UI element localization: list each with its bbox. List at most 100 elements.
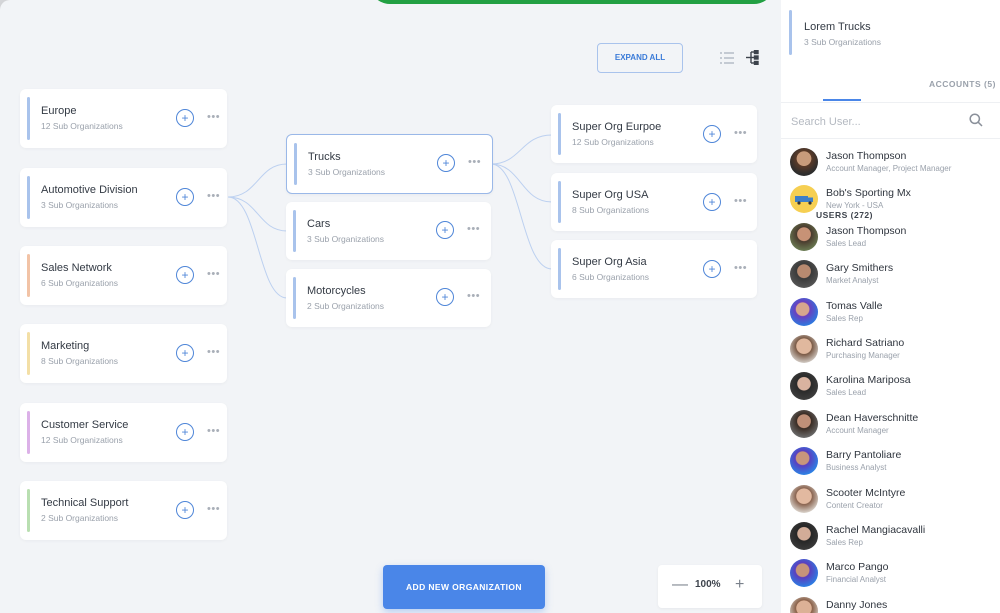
selected-org-title: Lorem Trucks	[804, 21, 871, 33]
accent-bar	[558, 113, 561, 155]
org-card-super-org-asia[interactable]: Super Org Asia 6 Sub Organizations + •••	[551, 240, 757, 298]
expand-all-button[interactable]: EXPAND ALL	[597, 43, 683, 73]
list-item[interactable]: Barry Pantoliare Business Analyst	[781, 443, 1000, 480]
avatar	[790, 185, 818, 214]
org-title: Europe	[41, 105, 77, 117]
add-child-button[interactable]: +	[176, 109, 194, 127]
user-name: Scooter McIntyre	[826, 486, 906, 499]
user-name: Marco Pango	[826, 561, 889, 574]
org-card-technical-support[interactable]: Technical Support 2 Sub Organizations + …	[20, 481, 227, 540]
org-title: Super Org USA	[572, 189, 649, 201]
list-item[interactable]: Karolina Mariposa Sales Lead	[781, 368, 1000, 405]
list-item[interactable]: Dean Haverschnitte Account Manager	[781, 406, 1000, 443]
more-options-icon[interactable]: •••	[207, 111, 220, 123]
accent-bar	[27, 332, 30, 375]
add-child-button[interactable]: +	[176, 188, 194, 206]
tab-accounts[interactable]: ACCOUNTS (5)	[929, 79, 996, 89]
accent-bar	[558, 181, 561, 223]
accent-bar	[27, 254, 30, 297]
avatar	[790, 484, 818, 513]
list-item[interactable]: Tomas Valle Sales Rep	[781, 294, 1000, 331]
tree-view-icon[interactable]	[746, 50, 759, 65]
search-input[interactable]	[789, 111, 963, 133]
more-options-icon[interactable]: •••	[207, 346, 220, 358]
add-child-button[interactable]: +	[703, 260, 721, 278]
search-icon[interactable]	[969, 113, 983, 127]
org-card-trucks[interactable]: Trucks 3 Sub Organizations + •••	[286, 134, 493, 194]
org-title: Trucks	[308, 151, 341, 163]
selected-org-card[interactable]: Lorem Trucks 3 Sub Organizations	[781, 0, 1000, 66]
accent-bar	[789, 10, 792, 55]
user-role: Market Analyst	[826, 276, 879, 286]
org-title: Marketing	[41, 340, 90, 352]
avatar	[790, 148, 818, 176]
more-options-icon[interactable]: •••	[467, 223, 480, 235]
accent-bar	[294, 143, 297, 185]
more-options-icon[interactable]: •••	[734, 195, 747, 207]
org-card-customer-service[interactable]: Customer Service 12 Sub Organizations + …	[20, 403, 227, 462]
org-card-super-org-usa[interactable]: Super Org USA 8 Sub Organizations + •••	[551, 173, 757, 231]
more-options-icon[interactable]: •••	[734, 262, 747, 274]
add-new-organization-button[interactable]: ADD NEW ORGANIZATION	[383, 565, 545, 609]
zoom-level: 100%	[695, 579, 721, 590]
add-child-button[interactable]: +	[703, 125, 721, 143]
list-item[interactable]: Bob's Sporting Mx New York - USA	[781, 181, 1000, 218]
list-item[interactable]: Jason Thompson Account Manager, Project …	[781, 144, 1000, 181]
user-name: Richard Satriano	[826, 336, 905, 349]
list-item[interactable]: Jason Thompson Sales Lead	[781, 219, 1000, 256]
more-options-icon[interactable]: •••	[468, 156, 481, 168]
add-child-button[interactable]: +	[176, 266, 194, 284]
avatar	[790, 521, 818, 550]
add-child-button[interactable]: +	[437, 154, 455, 172]
more-options-icon[interactable]: •••	[467, 290, 480, 302]
user-name: Jason Thompson	[826, 224, 907, 237]
accent-bar	[293, 277, 296, 319]
list-view-icon[interactable]	[720, 52, 734, 64]
org-card-marketing[interactable]: Marketing 8 Sub Organizations + •••	[20, 324, 227, 383]
org-subtitle: 2 Sub Organizations	[307, 301, 385, 311]
accent-bar	[27, 97, 30, 140]
org-subtitle: 8 Sub Organizations	[41, 356, 119, 366]
org-title: Technical Support	[41, 497, 129, 509]
more-options-icon[interactable]: •••	[207, 268, 220, 280]
user-role: Content Creator	[826, 500, 883, 510]
add-child-button[interactable]: +	[436, 221, 454, 239]
list-item[interactable]: Scooter McIntyre Content Creator	[781, 481, 1000, 518]
org-card-cars[interactable]: Cars 3 Sub Organizations + •••	[286, 202, 491, 260]
org-card-sales-network[interactable]: Sales Network 6 Sub Organizations + •••	[20, 246, 227, 305]
more-options-icon[interactable]: •••	[207, 190, 220, 202]
list-item[interactable]: Danny Jones	[781, 593, 1000, 613]
add-child-button[interactable]: +	[176, 344, 194, 362]
org-card-super-org-europe[interactable]: Super Org Eurpoe 12 Sub Organizations + …	[551, 105, 757, 163]
add-child-button[interactable]: +	[703, 193, 721, 211]
more-options-icon[interactable]: •••	[207, 503, 220, 515]
org-title: Super Org Asia	[572, 256, 647, 268]
more-options-icon[interactable]: •••	[207, 425, 220, 437]
add-child-button[interactable]: +	[176, 423, 194, 441]
user-name: Gary Smithers	[826, 262, 894, 275]
org-title: Motorcycles	[307, 285, 366, 297]
list-item[interactable]: Rachel Mangiacavalli Sales Rep	[781, 518, 1000, 555]
more-options-icon[interactable]: •••	[734, 127, 747, 139]
add-child-button[interactable]: +	[176, 501, 194, 519]
accent-bar	[27, 411, 30, 454]
org-card-europe[interactable]: Europe 12 Sub Organizations + •••	[20, 89, 227, 148]
avatar	[790, 372, 818, 401]
zoom-in-button[interactable]: +	[735, 576, 744, 594]
avatar	[790, 409, 818, 438]
user-role: Sales Rep	[826, 313, 863, 323]
add-child-button[interactable]: +	[436, 288, 454, 306]
user-search	[781, 104, 1000, 139]
zoom-out-button[interactable]: —	[672, 576, 688, 594]
org-subtitle: 6 Sub Organizations	[41, 278, 119, 288]
list-item[interactable]: Richard Satriano Purchasing Manager	[781, 331, 1000, 368]
org-card-motorcycles[interactable]: Motorcycles 2 Sub Organizations + •••	[286, 269, 491, 327]
avatar	[790, 596, 818, 613]
truck-logo-icon	[795, 196, 813, 205]
list-item[interactable]: Marco Pango Financial Analyst	[781, 555, 1000, 592]
connector-line	[227, 163, 288, 198]
org-card-automotive-division[interactable]: Automotive Division 3 Sub Organizations …	[20, 168, 227, 227]
org-title: Customer Service	[41, 419, 129, 431]
list-item[interactable]: Gary Smithers Market Analyst	[781, 256, 1000, 293]
user-name: Danny Jones	[826, 598, 888, 611]
